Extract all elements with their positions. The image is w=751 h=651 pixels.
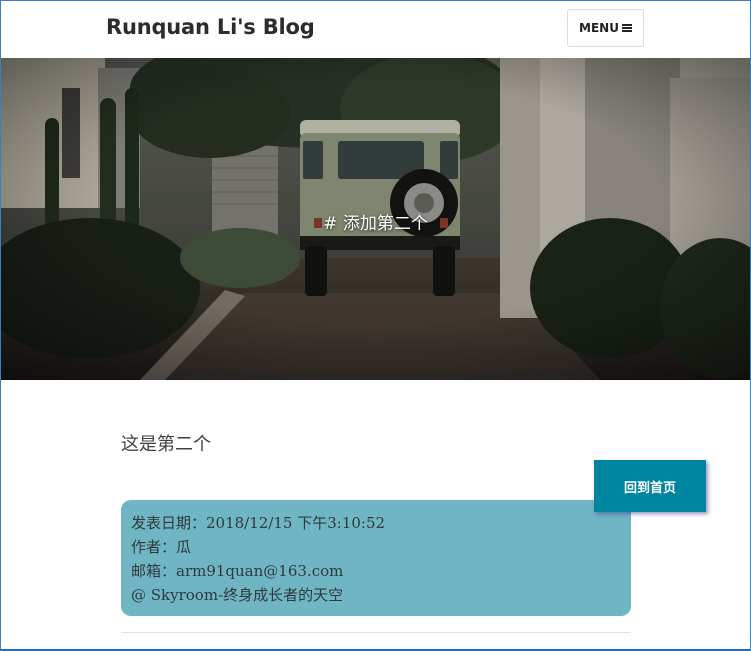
post-title: # 添加第二个: [323, 214, 428, 234]
menu-button[interactable]: MENU: [567, 9, 644, 47]
hero-header: # 添加第二个: [0, 58, 751, 380]
site-signature: @ Skyroom-终身成长者的天空: [131, 586, 344, 604]
publish-date: 发表日期：2018/12/15 下午3:10:52: [131, 514, 386, 532]
author: 作者：瓜: [131, 538, 192, 556]
hamburger-icon: [621, 24, 632, 32]
post-info-card: 发表日期：2018/12/15 下午3:10:52 作者：瓜 邮箱：arm91q…: [121, 500, 631, 616]
divider: [121, 632, 631, 633]
menu-label: MENU: [579, 21, 619, 35]
navbar: Runquan Li's Blog MENU: [0, 0, 751, 58]
back-to-home-button[interactable]: 回到首页: [594, 460, 706, 512]
email: 邮箱：arm91quan@163.com: [131, 562, 344, 580]
site-brand[interactable]: Runquan Li's Blog: [106, 15, 315, 39]
post-content: 这是第二个: [121, 434, 211, 455]
